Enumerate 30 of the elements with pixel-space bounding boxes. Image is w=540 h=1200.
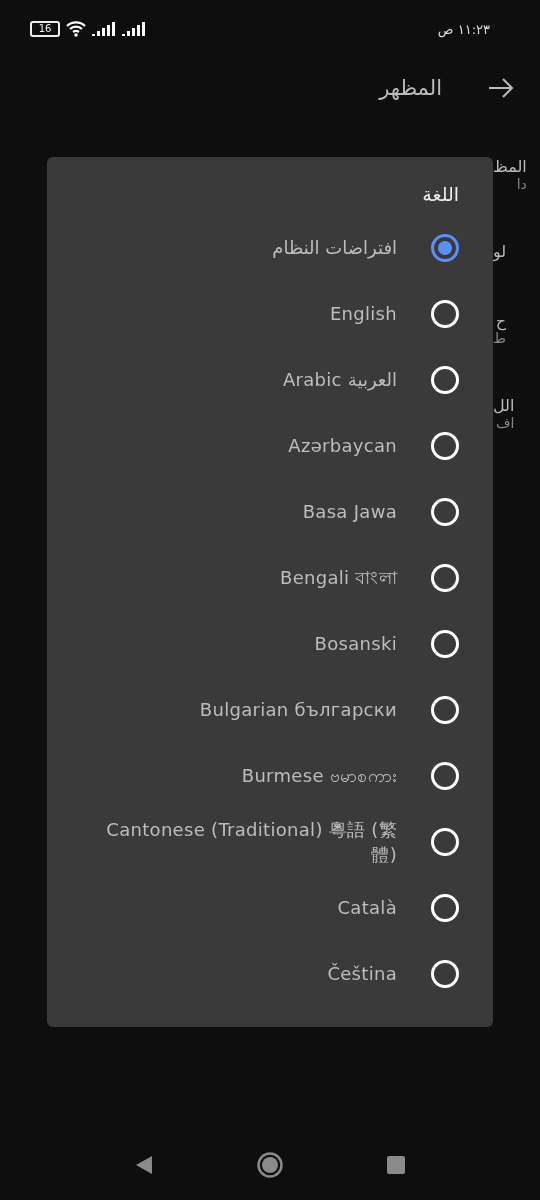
setting-title: لو xyxy=(493,242,507,261)
back-icon[interactable] xyxy=(135,1155,153,1175)
language-option[interactable]: Arabic العربية xyxy=(282,367,397,393)
language-option[interactable]: Čeština xyxy=(327,961,397,987)
language-option[interactable]: Bulgarian български xyxy=(199,697,397,723)
language-option[interactable]: Català xyxy=(337,895,397,921)
language-option[interactable]: افتراضات النظام xyxy=(272,235,397,261)
setting-subtitle: دا xyxy=(516,176,527,192)
setting-subtitle: ط xyxy=(493,330,506,346)
dialog-title: اللغة xyxy=(421,183,460,205)
signal-icon xyxy=(92,22,116,36)
setting-title: المظ xyxy=(493,157,527,176)
language-option[interactable]: English xyxy=(329,301,397,327)
language-option[interactable]: Bosanski xyxy=(314,631,397,657)
clock-time: ١١:٢٣ ص xyxy=(437,21,490,37)
page-title: المظهر xyxy=(379,76,442,100)
home-icon[interactable] xyxy=(257,1152,283,1178)
signal-icon xyxy=(122,22,146,36)
language-option[interactable]: Bengali বাংলা xyxy=(280,565,397,591)
battery-icon: 16 xyxy=(30,21,60,37)
back-arrow-icon[interactable] xyxy=(488,77,514,99)
setting-subtitle: اف xyxy=(496,415,515,431)
radio-button[interactable] xyxy=(431,234,459,262)
language-option[interactable]: Cantonese (Traditional) 粵語 (繁體) xyxy=(97,816,397,868)
setting-title: ح xyxy=(495,311,506,330)
language-option[interactable]: Azərbaycan xyxy=(288,433,397,459)
wifi-icon xyxy=(66,21,86,37)
language-option[interactable]: Burmese ဗမာစကား xyxy=(241,763,397,789)
language-option[interactable]: Basa Jawa xyxy=(302,499,397,525)
setting-title: الل xyxy=(493,396,515,415)
